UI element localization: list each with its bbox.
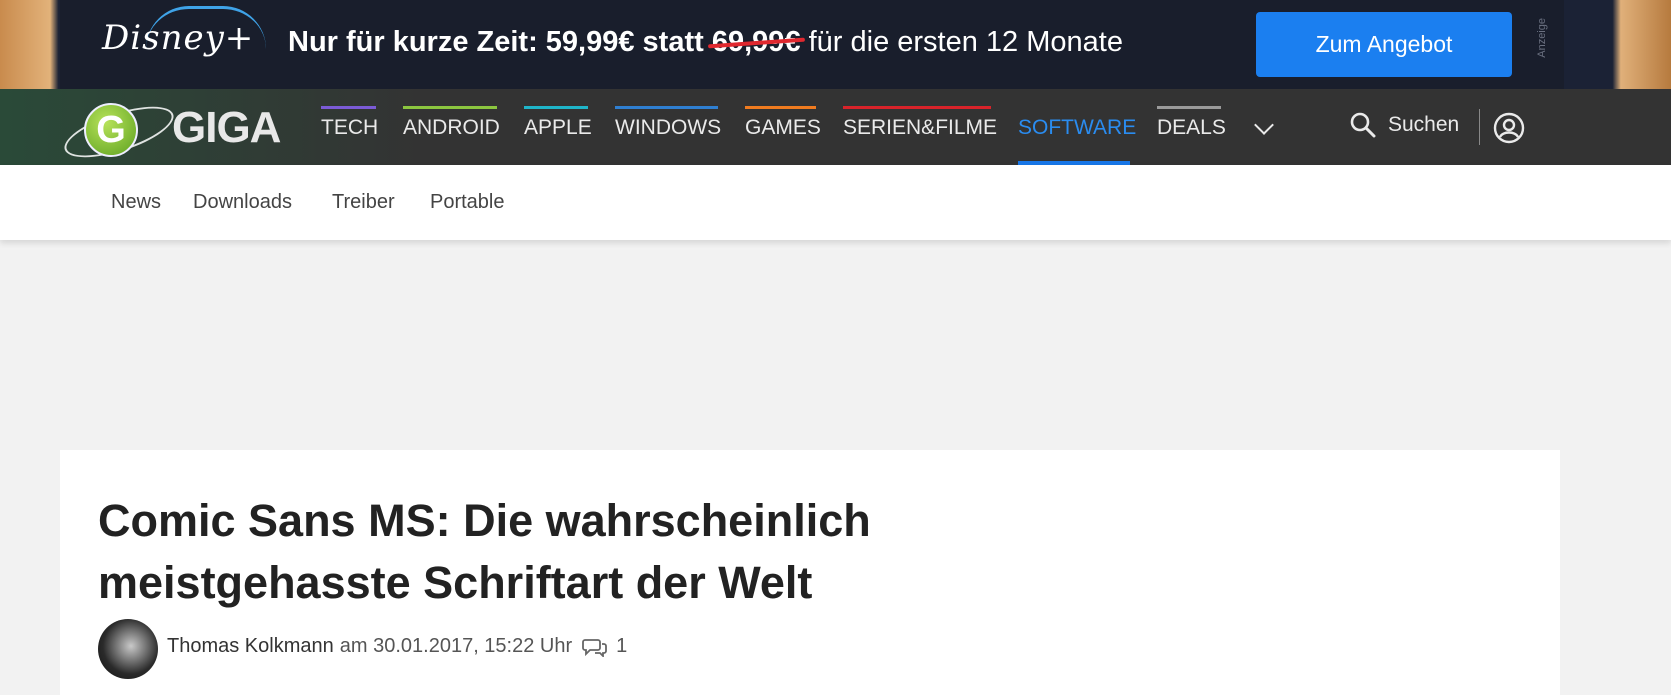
nav-item-android[interactable]: ANDROID xyxy=(403,106,500,165)
nav-item-games[interactable]: GAMES xyxy=(745,106,821,165)
article-meta: Thomas Kolkmann am 30.01.2017, 15:22 Uhr… xyxy=(167,635,627,658)
comments-icon xyxy=(582,638,608,657)
author-avatar[interactable] xyxy=(98,619,158,679)
article-card: Comic Sans MS: Die wahrscheinlich meistg… xyxy=(60,450,1560,695)
article-title-line-2: meistgehasste Schriftart der Welt xyxy=(98,557,813,608)
subnav-item-portable[interactable]: Portable xyxy=(430,191,505,214)
nav-color-bar xyxy=(524,106,588,109)
nav-item-serien-filme[interactable]: SERIEN&FILME xyxy=(843,106,997,165)
nav-color-bar xyxy=(321,106,376,109)
ad-banner[interactable]: Disney+ Nur für kurze Zeit: 59,99€ statt… xyxy=(0,0,1671,89)
nav-item-apple[interactable]: APPLE xyxy=(524,106,592,165)
nav-item-label: WINDOWS xyxy=(615,116,722,139)
nav-item-deals[interactable]: DEALS xyxy=(1157,106,1226,165)
nav-item-label: DEALS xyxy=(1157,116,1226,139)
search-button[interactable]: Suchen xyxy=(1350,112,1459,138)
article-title: Comic Sans MS: Die wahrscheinlich meistg… xyxy=(98,490,998,614)
ad-content[interactable]: Disney+ Nur für kurze Zeit: 59,99€ statt… xyxy=(60,0,1564,89)
ad-label: Anzeige xyxy=(1536,18,1548,58)
nav-color-bar xyxy=(615,106,718,109)
comments-link[interactable]: 1 xyxy=(582,635,627,658)
subnav-item-treiber[interactable]: Treiber xyxy=(332,191,395,214)
nav-item-software[interactable]: SOFTWARE xyxy=(1018,106,1136,165)
nav-item-label: TECH xyxy=(321,116,379,139)
ad-old-price: 69,99€ xyxy=(711,26,801,58)
disney-plus-logo: Disney+ xyxy=(102,18,255,58)
nav-item-tech[interactable]: TECH xyxy=(321,106,379,165)
nav-color-bar xyxy=(403,106,497,109)
nav-divider xyxy=(1479,109,1480,145)
nav-color-bar xyxy=(745,106,816,109)
subnav-item-downloads[interactable]: Downloads xyxy=(193,191,292,214)
comments-count: 1 xyxy=(616,635,628,657)
nav-color-bar xyxy=(1157,106,1221,109)
user-icon xyxy=(1493,112,1525,144)
ad-cta-button[interactable]: Zum Angebot xyxy=(1256,12,1512,77)
search-icon xyxy=(1350,112,1376,138)
logo-text: GIGA xyxy=(172,103,281,152)
logo-g-icon: G xyxy=(84,103,138,157)
nav-item-label: SERIEN&FILME xyxy=(843,116,998,139)
user-account-button[interactable] xyxy=(1493,112,1525,149)
search-label: Suchen xyxy=(1388,113,1460,136)
ad-headline: Nur für kurze Zeit: 59,99€ statt 69,99€ … xyxy=(288,26,1123,59)
nav-item-label: SOFTWARE xyxy=(1018,116,1137,139)
author-name[interactable]: Thomas Kolkmann xyxy=(167,635,334,658)
ad-headline-prefix: Nur für kurze Zeit: 59,99€ statt xyxy=(288,26,712,58)
nav-item-windows[interactable]: WINDOWS xyxy=(615,106,722,165)
ad-headline-suffix: für die ersten 12 Monate xyxy=(800,26,1123,58)
article-date: am 30.01.2017, 15:22 Uhr xyxy=(339,635,573,657)
nav-item-label: APPLE xyxy=(524,116,592,139)
nav-item-label: GAMES xyxy=(745,116,821,139)
nav-item-label: ANDROID xyxy=(403,116,500,139)
giga-logo[interactable]: G GIGA xyxy=(58,91,292,171)
article-title-line-1: Comic Sans MS: Die wahrscheinlich xyxy=(98,495,871,546)
nav-color-bar xyxy=(843,106,991,109)
sub-nav: News Downloads Treiber Portable xyxy=(0,165,1671,240)
subnav-item-news[interactable]: News xyxy=(111,191,161,214)
